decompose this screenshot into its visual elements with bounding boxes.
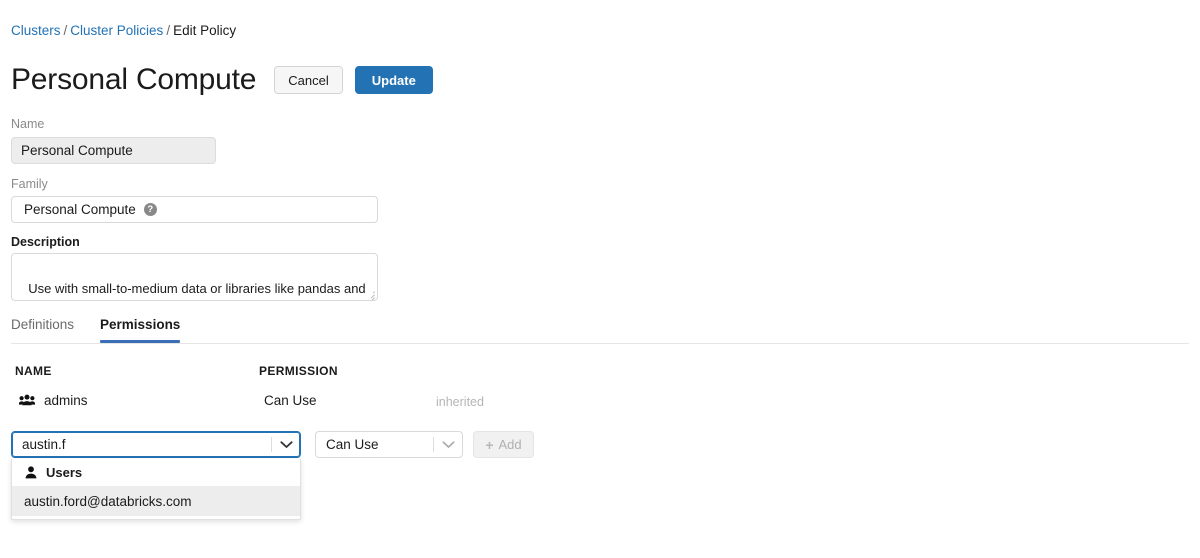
- permission-level-select[interactable]: Can Use: [315, 431, 463, 458]
- chevron-down-icon[interactable]: [434, 440, 462, 449]
- plus-icon: +: [485, 436, 494, 453]
- description-field-label: Description: [11, 235, 80, 249]
- tab-definitions[interactable]: Definitions: [11, 316, 74, 343]
- breadcrumb-link-clusters[interactable]: Clusters: [11, 23, 61, 38]
- principal-select[interactable]: austin.f: [11, 431, 301, 458]
- breadcrumb-separator-2: /: [166, 23, 171, 38]
- breadcrumb: Clusters / Cluster Policies / Edit Policy: [11, 22, 236, 40]
- permission-inherited-note: inherited: [436, 395, 484, 409]
- update-button[interactable]: Update: [354, 66, 433, 94]
- breadcrumb-separator-1: /: [63, 23, 68, 38]
- page-header: Personal Compute Cancel Update: [11, 60, 433, 100]
- permission-principal: admins: [19, 392, 88, 408]
- page-title: Personal Compute: [11, 63, 257, 96]
- help-circle-icon[interactable]: ?: [143, 203, 157, 216]
- description-textarea-value: Use with small-to-medium data or librari…: [28, 281, 366, 296]
- dropdown-group-header-users: Users: [12, 459, 300, 486]
- name-input-value: Personal Compute: [21, 143, 133, 158]
- principal-dropdown-menu: Users austin.ford@databricks.com: [11, 459, 301, 520]
- family-field-label: Family: [11, 177, 48, 191]
- tab-permissions[interactable]: Permissions: [100, 316, 181, 343]
- add-permission-button-label: Add: [498, 437, 522, 452]
- principal-select-value: austin.f: [22, 437, 66, 452]
- cancel-button[interactable]: Cancel: [274, 66, 343, 94]
- breadcrumb-current-edit-policy: Edit Policy: [173, 23, 237, 38]
- description-textarea[interactable]: Use with small-to-medium data or librari…: [11, 253, 378, 301]
- dropdown-option-label: austin.ford@databricks.com: [24, 493, 192, 509]
- breadcrumb-link-cluster-policies[interactable]: Cluster Policies: [70, 23, 163, 38]
- chevron-down-icon[interactable]: [272, 440, 300, 449]
- policy-tabs: Definitions Permissions: [11, 316, 206, 343]
- table-row: admins Can Use inherited: [0, 392, 1200, 412]
- tabs-divider: [11, 343, 1189, 344]
- add-permission-button[interactable]: + Add: [473, 431, 534, 458]
- permission-level-select-value: Can Use: [326, 437, 379, 452]
- family-input-value: Personal Compute: [24, 202, 136, 217]
- users-group-icon: [19, 392, 35, 408]
- dropdown-group-label: Users: [46, 465, 83, 480]
- permission-level-value: Can Use: [264, 393, 317, 408]
- column-header-permission: PERMISSION: [259, 364, 338, 378]
- column-header-name: NAME: [15, 364, 52, 378]
- name-input[interactable]: Personal Compute: [11, 137, 216, 164]
- family-input[interactable]: Personal Compute ?: [11, 196, 378, 223]
- dropdown-option-user[interactable]: austin.ford@databricks.com: [12, 486, 300, 516]
- user-icon: [24, 466, 37, 480]
- permission-principal-name: admins: [44, 392, 88, 408]
- name-field-label: Name: [11, 117, 45, 131]
